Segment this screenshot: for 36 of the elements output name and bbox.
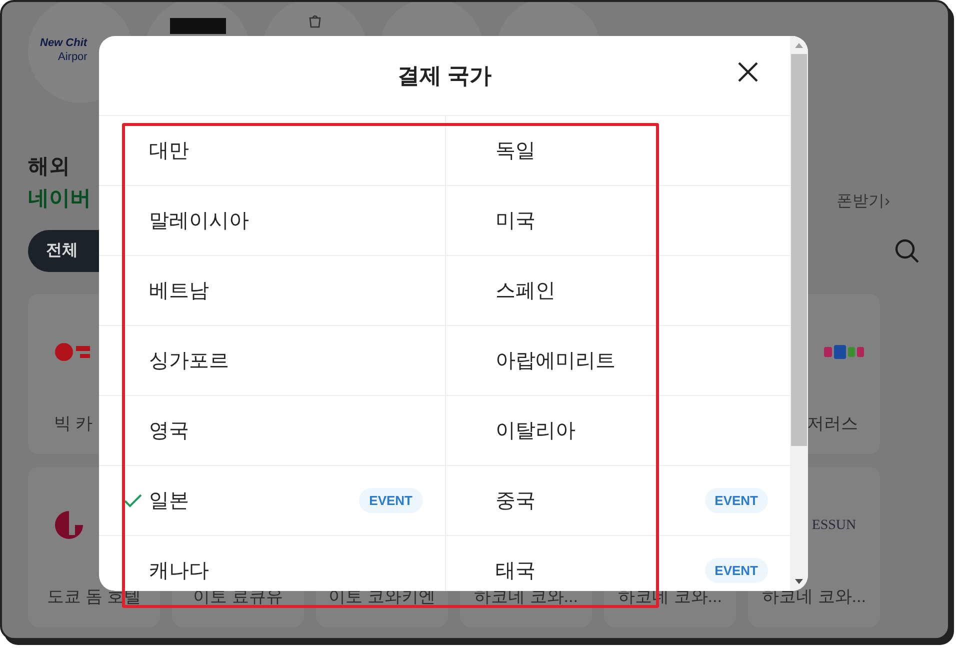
country-option[interactable]: 대만 bbox=[99, 116, 444, 186]
logo-icon bbox=[54, 342, 90, 362]
scrollbar[interactable] bbox=[790, 36, 808, 591]
country-option[interactable]: 일본 EVENT bbox=[99, 466, 444, 536]
logo-icon bbox=[824, 343, 864, 362]
country-name: 독일 bbox=[496, 138, 536, 164]
country-name: 이탈리아 bbox=[496, 418, 576, 444]
country-option[interactable]: 베트남 bbox=[99, 256, 444, 326]
country-name: 미국 bbox=[496, 208, 536, 234]
event-badge: EVENT bbox=[359, 488, 422, 514]
section-heading: 해외 bbox=[28, 154, 70, 180]
country-name: 태국 bbox=[496, 558, 536, 584]
country-name: 아랍에미리트 bbox=[496, 348, 616, 374]
brand-name: 저러스 bbox=[807, 412, 859, 434]
logo-block bbox=[170, 18, 226, 34]
logo-text: New Chit bbox=[40, 36, 88, 50]
event-badge: EVENT bbox=[704, 488, 768, 514]
event-badge: EVENT bbox=[704, 558, 768, 584]
country-option[interactable]: 말레이시아 bbox=[99, 186, 444, 256]
logo-text: Airpor bbox=[57, 50, 88, 64]
bag-icon bbox=[306, 12, 322, 28]
dialog-title: 결제 국가 bbox=[397, 62, 492, 90]
country-name: 대만 bbox=[149, 138, 189, 164]
country-name: 말레이시아 bbox=[149, 208, 249, 234]
country-name: 중국 bbox=[496, 488, 536, 514]
country-option[interactable]: 중국 EVENT bbox=[444, 466, 790, 536]
country-name: 스페인 bbox=[496, 278, 556, 304]
section-subheading: 네이버 bbox=[28, 186, 91, 212]
logo-text: ESSUN bbox=[810, 516, 856, 535]
country-option[interactable]: 영국 bbox=[99, 396, 444, 466]
country-option[interactable]: 싱가포르 bbox=[99, 326, 444, 396]
search-icon[interactable] bbox=[894, 238, 920, 264]
close-icon bbox=[737, 61, 759, 83]
logo-icon bbox=[54, 510, 84, 540]
brand-name: 빅 카 bbox=[53, 412, 93, 434]
scrollbar-thumb[interactable] bbox=[791, 54, 807, 446]
